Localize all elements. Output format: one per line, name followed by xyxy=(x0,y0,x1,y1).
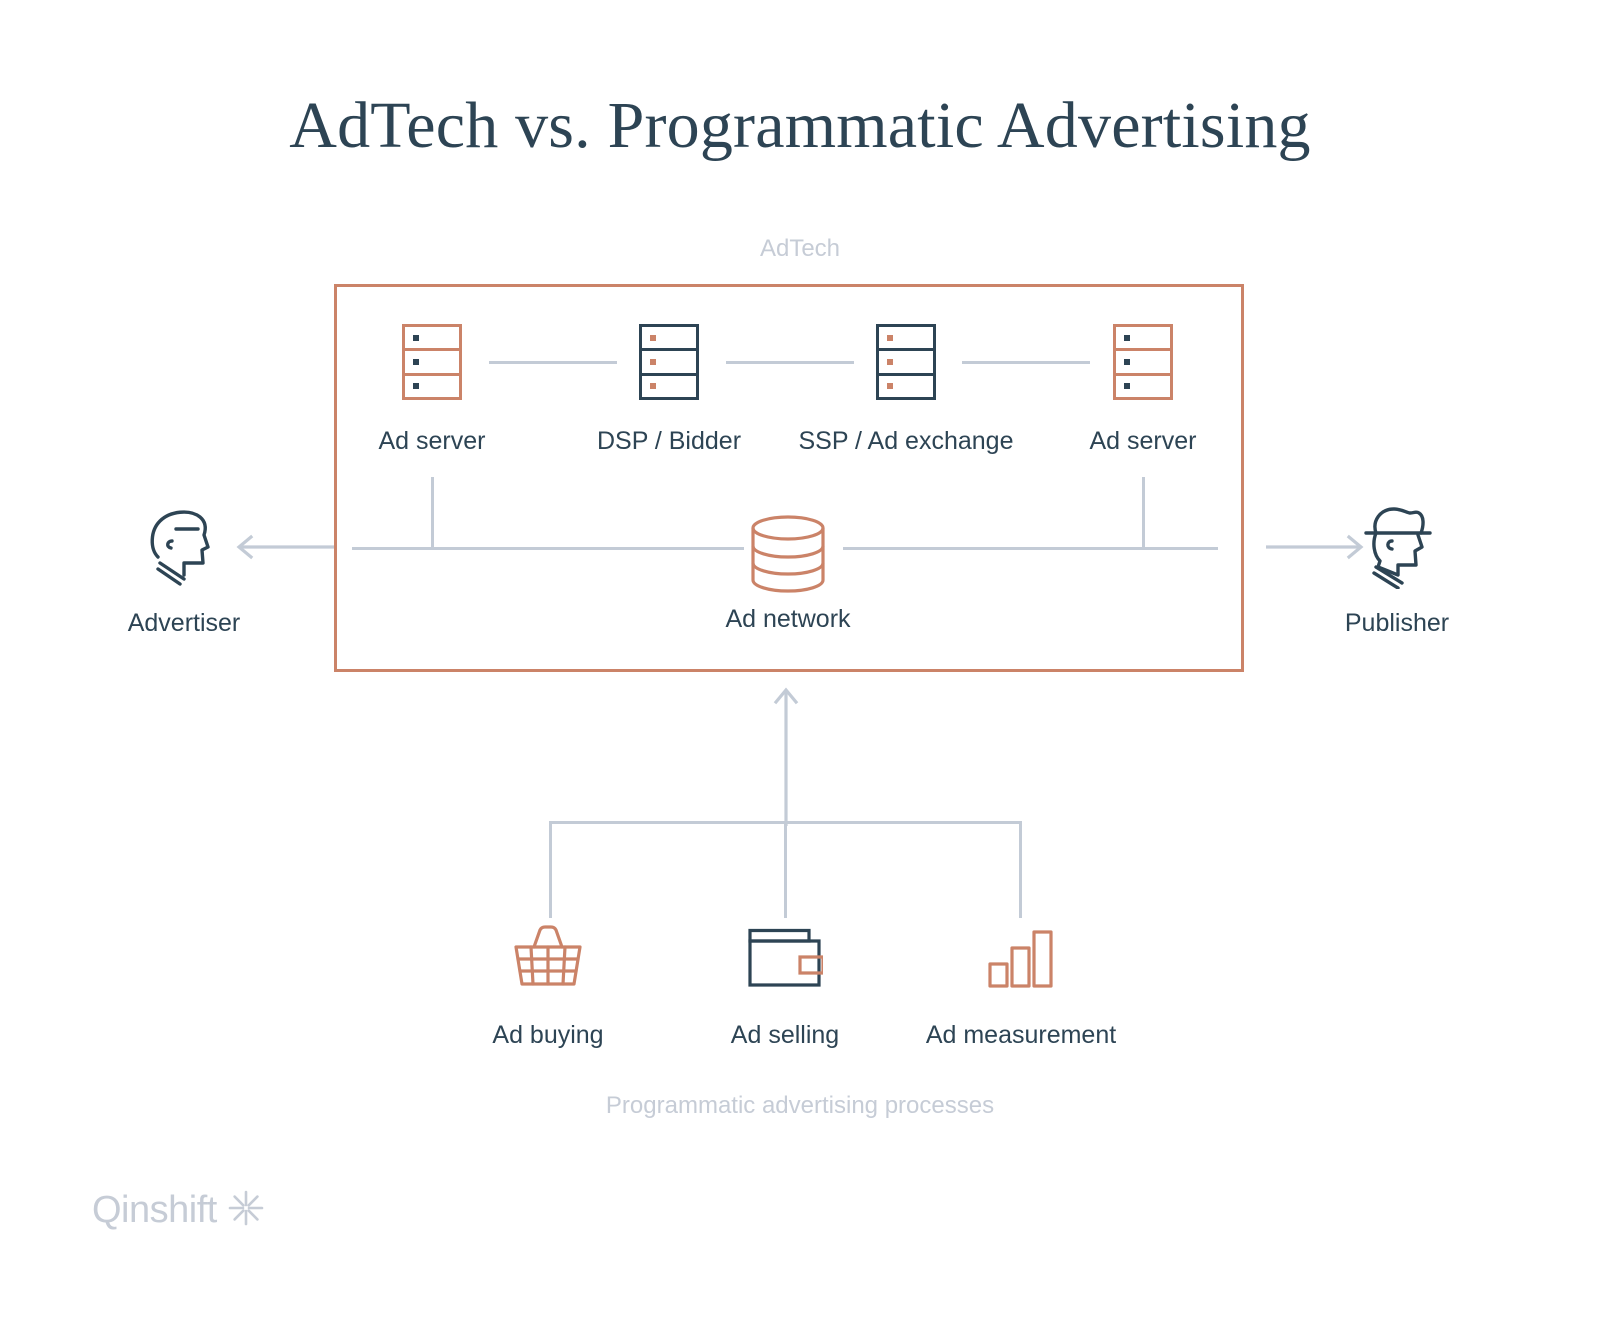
label-ad-server-left: Ad server xyxy=(378,427,486,455)
server-icon-dsp-bidder xyxy=(639,324,699,400)
tree-drop-ad-buying xyxy=(549,821,552,918)
label-ad-measurement: Ad measurement xyxy=(925,1021,1117,1049)
page-title: AdTech vs. Programmatic Advertising xyxy=(289,89,1311,162)
label-ad-network: Ad network xyxy=(725,605,851,633)
adtech-section-caption: AdTech xyxy=(759,235,841,262)
tree-drop-ad-measurement xyxy=(1019,821,1022,918)
brand-name: Qinshift xyxy=(92,1189,217,1231)
database-icon-ad-network xyxy=(744,514,832,594)
connector-ad-server-left-down xyxy=(431,477,434,549)
connector-server3-server4 xyxy=(962,361,1090,364)
connector-ad-server-right-down xyxy=(1142,477,1145,549)
wallet-icon-ad-selling xyxy=(747,928,825,993)
server-icon-ad-server-left xyxy=(402,324,462,400)
tree-drop-ad-selling xyxy=(784,821,787,918)
server-icon-ssp-ad-exchange xyxy=(876,324,936,400)
label-ad-buying: Ad buying xyxy=(492,1021,604,1049)
server-icon-ad-server-right xyxy=(1113,324,1173,400)
programmatic-section-caption: Programmatic advertising processes xyxy=(605,1092,995,1119)
connector-server1-server2 xyxy=(489,361,617,364)
arrow-up-icon-programmatic xyxy=(769,684,803,831)
starburst-icon xyxy=(227,1189,265,1232)
head-with-hat-icon-publisher xyxy=(1358,503,1436,594)
brand-logo: Qinshift xyxy=(92,1188,265,1232)
arrow-right-icon xyxy=(1266,531,1366,568)
shopping-basket-icon-ad-buying xyxy=(513,925,583,992)
label-dsp-bidder: DSP / Bidder xyxy=(596,427,742,455)
bus-line-right xyxy=(843,547,1218,550)
connector-server2-server3 xyxy=(726,361,854,364)
label-publisher: Publisher xyxy=(1344,609,1450,637)
arrow-left-icon xyxy=(234,531,334,568)
bus-line-left xyxy=(352,547,744,550)
label-ssp-ad-exchange: SSP / Ad exchange xyxy=(798,427,1014,455)
bar-chart-icon-ad-measurement xyxy=(988,930,1054,993)
label-ad-server-right: Ad server xyxy=(1089,427,1197,455)
diagram-canvas: AdTech vs. Programmatic Advertising AdTe… xyxy=(0,0,1600,1332)
label-ad-selling: Ad selling xyxy=(730,1021,840,1049)
label-advertiser: Advertiser xyxy=(127,609,241,637)
head-profile-icon-advertiser xyxy=(146,505,222,594)
